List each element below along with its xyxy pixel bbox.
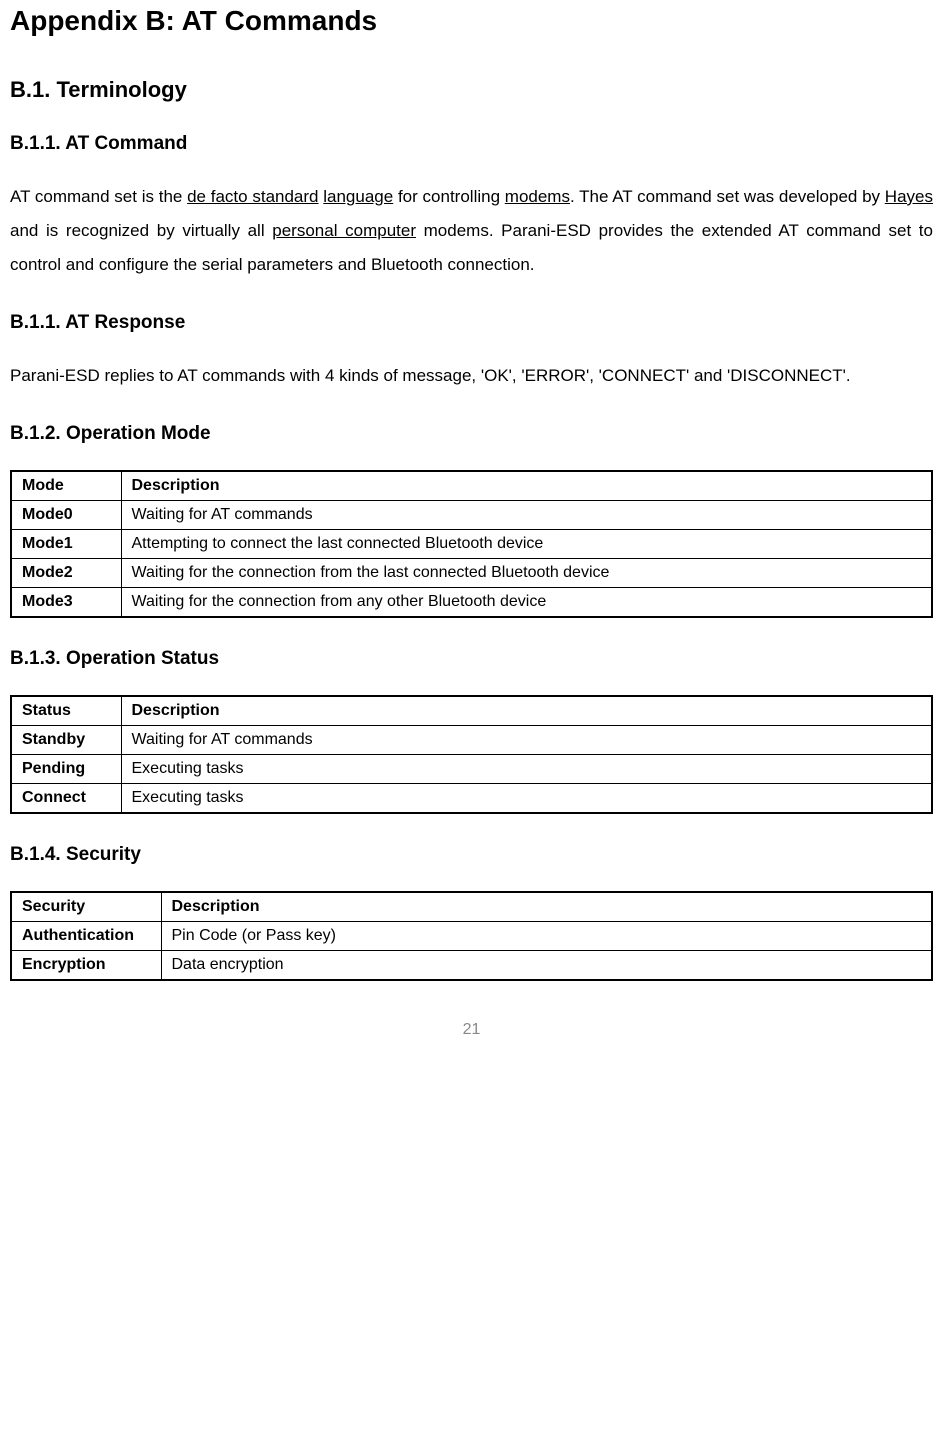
table-cell-label: Connect [11,784,121,814]
section-b12-heading: B.1.2. Operation Mode [10,423,933,445]
paragraph-at-command: AT command set is the de facto standard … [10,180,933,282]
paragraph-at-response: Parani-ESD replies to AT commands with 4… [10,359,933,393]
text-part: AT command set is the [10,187,187,206]
table-row: Connect Executing tasks [11,784,932,814]
link-personal-computer[interactable]: personal computer [272,221,416,240]
table-operation-mode: Mode Description Mode0 Waiting for AT co… [10,470,933,618]
table-cell-desc: Waiting for the connection from the last… [121,559,932,588]
table-cell-desc: Waiting for AT commands [121,501,932,530]
table-security: Security Description Authentication Pin … [10,891,933,981]
table-header-description: Description [161,892,932,922]
table-header-row: Mode Description [11,471,932,501]
section-b1-heading: B.1. Terminology [10,77,933,103]
table-cell-desc: Executing tasks [121,784,932,814]
link-modems[interactable]: modems [505,187,570,206]
table-header-row: Security Description [11,892,932,922]
section-b11a-heading: B.1.1. AT Command [10,133,933,155]
table-row: Mode2 Waiting for the connection from th… [11,559,932,588]
table-row: Pending Executing tasks [11,755,932,784]
table-row: Encryption Data encryption [11,951,932,981]
table-cell-desc: Waiting for AT commands [121,726,932,755]
section-b14-heading: B.1.4. Security [10,844,933,866]
table-row: Authentication Pin Code (or Pass key) [11,922,932,951]
section-b13-heading: B.1.3. Operation Status [10,648,933,670]
table-cell-label: Mode3 [11,588,121,618]
table-cell-label: Pending [11,755,121,784]
table-header-description: Description [121,471,932,501]
link-de-facto[interactable]: de facto standard [187,187,318,206]
table-header-description: Description [121,696,932,726]
table-cell-label: Encryption [11,951,161,981]
table-operation-status: Status Description Standby Waiting for A… [10,695,933,814]
table-header-row: Status Description [11,696,932,726]
page-title: Appendix B: AT Commands [10,5,933,37]
table-row: Mode0 Waiting for AT commands [11,501,932,530]
text-part: and is recognized by virtually all [10,221,272,240]
section-b11b-heading: B.1.1. AT Response [10,312,933,334]
link-hayes[interactable]: Hayes [885,187,933,206]
link-language[interactable]: language [323,187,393,206]
table-header-mode: Mode [11,471,121,501]
text-part: . The AT command set was developed by [570,187,885,206]
table-cell-label: Mode2 [11,559,121,588]
table-cell-desc: Data encryption [161,951,932,981]
table-header-security: Security [11,892,161,922]
text-part: for controlling [393,187,505,206]
table-row: Standby Waiting for AT commands [11,726,932,755]
table-cell-label: Authentication [11,922,161,951]
table-cell-desc: Waiting for the connection from any othe… [121,588,932,618]
table-cell-desc: Pin Code (or Pass key) [161,922,932,951]
table-row: Mode3 Waiting for the connection from an… [11,588,932,618]
page-number: 21 [10,1021,933,1039]
table-cell-label: Mode1 [11,530,121,559]
table-cell-desc: Attempting to connect the last connected… [121,530,932,559]
table-cell-label: Mode0 [11,501,121,530]
table-row: Mode1 Attempting to connect the last con… [11,530,932,559]
table-cell-label: Standby [11,726,121,755]
table-header-status: Status [11,696,121,726]
table-cell-desc: Executing tasks [121,755,932,784]
